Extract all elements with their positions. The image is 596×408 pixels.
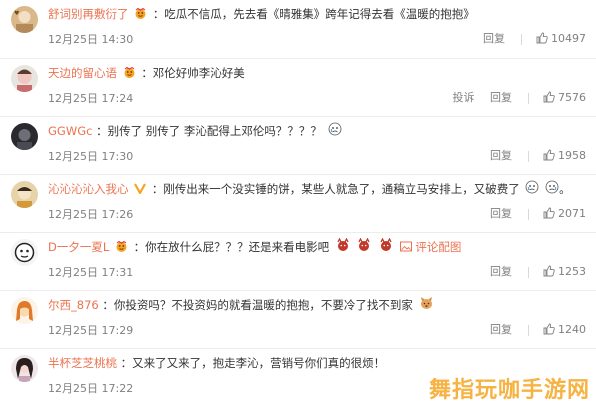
comment-item: ♥ 舒词别再敷衍了 ：吃瓜不信瓜，先去看《晴雅集》跨年记得去看《温暖的抱抱》 1… [0,0,596,58]
like-button[interactable]: 10497 [536,30,586,48]
image-icon [399,239,412,257]
thumbs-up-icon [543,323,555,335]
comment-text: ：邓伦好帅李沁好美 [141,66,245,80]
username-link[interactable]: 天边的留心语 [48,66,117,80]
divider [527,266,529,278]
like-button[interactable]: 1958 [543,147,586,165]
like-count: 10497 [551,32,586,45]
comment-item: D一夕一夏L ：你在放什么屁？？？还是来看电影吧 评论配图 12月25日 17:… [0,232,596,290]
comment-time: 12月25日 17:29 [48,324,134,337]
thumbs-up-icon [543,207,555,219]
reply-button[interactable]: 回复 [483,30,505,48]
avatar[interactable] [11,239,38,266]
like-button[interactable]: 2071 [543,205,586,223]
devil-emoji-icon [335,237,351,257]
divider [527,92,529,104]
doge-emoji-icon [419,296,434,315]
thumbs-up-icon [536,32,548,44]
avatar[interactable] [11,123,38,150]
comment-time: 12月25日 17:31 [48,266,134,279]
verified-v-badge-icon [134,181,147,199]
crown-badge-icon [134,6,147,24]
crown-badge-icon [115,239,128,257]
comment-text: ：你投资吗？不投资妈的就看温暖的抱抱，不要冷了找不到家 [102,298,413,312]
like-count: 2071 [558,207,586,220]
svg-text:♥: ♥ [14,10,19,17]
comment-text: ：又来了又来了，抱走李沁，营销号你们真的很烦！ [120,356,386,370]
avatar[interactable] [11,297,38,324]
devil-emoji-icon [378,237,394,257]
comment-text: ：别传了 别传了 李沁配得上邓伦吗？？？？ [96,124,322,138]
username-link[interactable]: 沁沁沁沁入我心 [48,182,129,196]
thumbs-up-icon [543,265,555,277]
like-count: 7576 [558,91,586,104]
crying-face-emoji-icon [525,180,539,199]
divider [527,208,529,220]
like-count: 1240 [558,323,586,336]
username-link[interactable]: GGWGc [48,124,92,138]
devil-emoji-icon [356,237,372,257]
comment-time: 12月25日 17:30 [48,150,134,163]
comment-time: 12月25日 14:30 [48,33,134,46]
comment-time: 12月25日 17:22 [48,382,134,395]
like-count: 1253 [558,265,586,278]
avatar[interactable]: ♥ [11,6,38,33]
crying-face-emoji-icon [328,122,342,141]
reply-button[interactable]: 回复 [490,147,512,165]
comment-image-link[interactable]: 评论配图 [415,240,461,254]
comment-text: ：你在放什么屁？？？还是来看电影吧 [133,240,330,254]
comment-item: 尔西_876 ：你投资吗？不投资妈的就看温暖的抱抱，不要冷了找不到家 12月25… [0,290,596,348]
like-button[interactable]: 1240 [543,321,586,339]
like-button[interactable]: 1253 [543,263,586,281]
comment-time: 12月25日 17:26 [48,208,134,221]
comment-time: 12月25日 17:24 [48,92,134,105]
avatar[interactable] [11,65,38,92]
thumbs-up-icon [543,149,555,161]
reply-button[interactable]: 回复 [490,263,512,281]
username-link[interactable]: 尔西_876 [48,298,99,312]
comment-item: GGWGc ：别传了 别传了 李沁配得上邓伦吗？？？？ 12月25日 17:30… [0,116,596,174]
comment-item: 天边的留心语 ：邓伦好帅李沁好美 12月25日 17:24 投诉 回复 7576 [0,58,596,116]
crown-badge-icon [123,65,136,83]
reply-button[interactable]: 回复 [490,321,512,339]
like-button[interactable]: 7576 [543,89,586,107]
comment-text: ：吃瓜不信瓜，先去看《晴雅集》跨年记得去看《温暖的抱抱》 [152,7,475,21]
avatar[interactable] [11,355,38,382]
watermark-logo: 舞指玩咖手游网 [428,378,590,403]
username-link[interactable]: D一夕一夏L [48,240,109,254]
comment-item: 沁沁沁沁入我心 ：刚传出来一个没实锤的饼，某些人就急了，通稿立马安排上，又破费了… [0,174,596,232]
thumbs-up-icon [543,91,555,103]
report-button[interactable]: 投诉 [453,89,475,107]
divider [527,150,529,162]
like-count: 1958 [558,149,586,162]
crying-face-emoji-icon [545,180,559,199]
divider [527,324,529,336]
username-link[interactable]: 舒词别再敷衍了 [48,7,129,21]
reply-button[interactable]: 回复 [490,89,512,107]
reply-button[interactable]: 回复 [490,205,512,223]
username-link[interactable]: 半杯芝芝桃桃 [48,356,117,370]
divider [520,33,522,45]
comment-text: ：刚传出来一个没实锤的饼，某些人就急了，通稿立马安排上，又破费了 [151,182,520,196]
avatar[interactable] [11,181,38,208]
